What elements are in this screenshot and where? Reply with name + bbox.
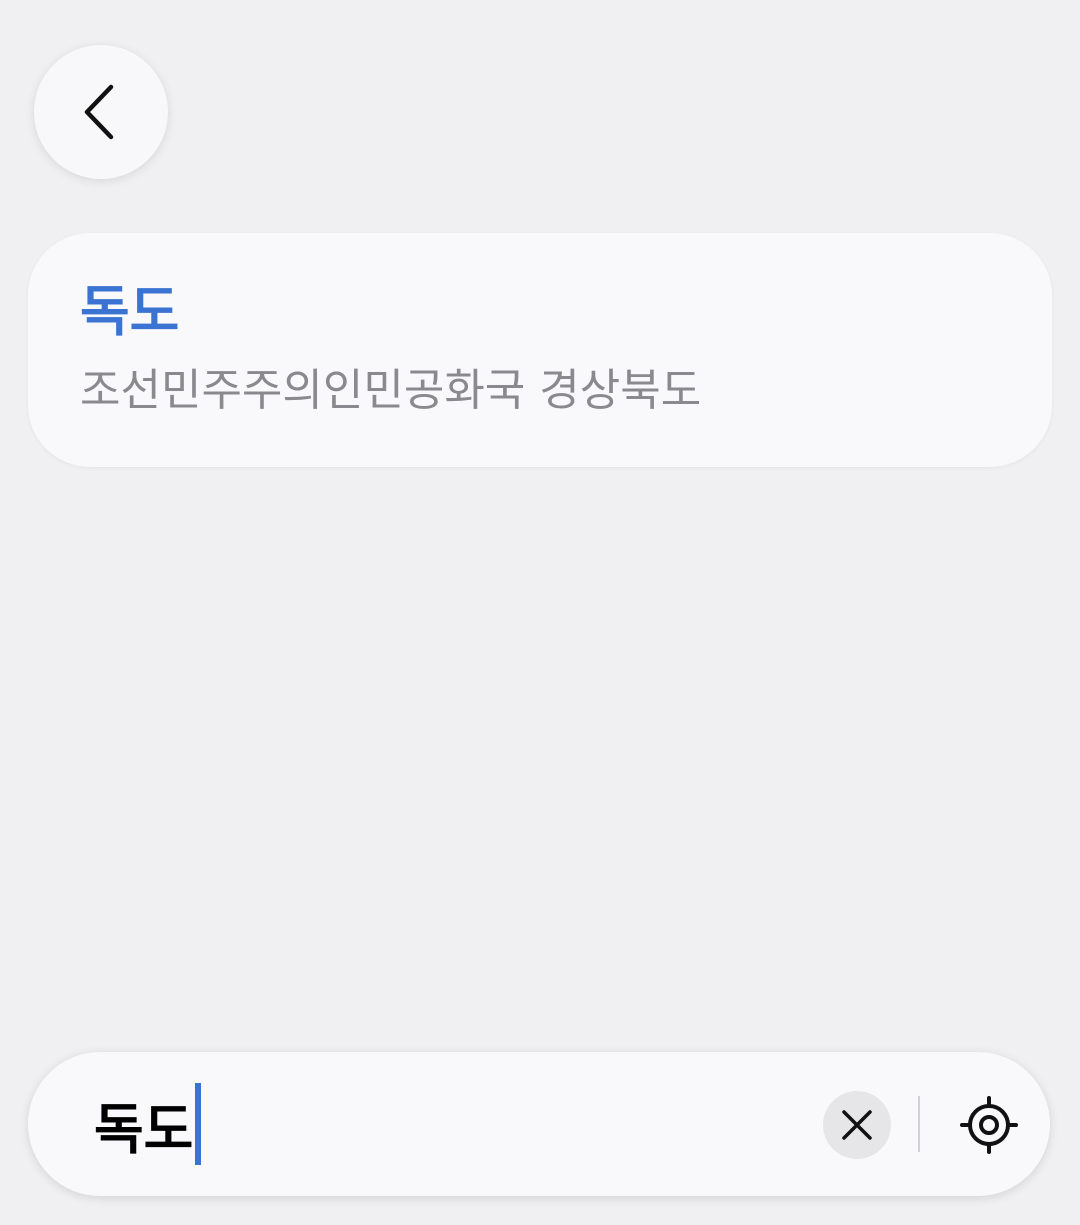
current-location-button[interactable] (954, 1090, 1024, 1160)
back-button[interactable] (34, 45, 168, 179)
search-input-value: 독도 (94, 1097, 194, 1161)
close-icon (842, 1110, 872, 1140)
result-title: 독도 (80, 280, 180, 343)
divider (918, 1096, 920, 1152)
text-cursor (195, 1083, 202, 1165)
search-bar: 독도 (28, 1052, 1050, 1196)
clear-search-button[interactable] (823, 1091, 891, 1159)
crosshair-location-icon (960, 1096, 1018, 1154)
search-input[interactable]: 독도 (94, 1082, 202, 1166)
chevron-left-icon (84, 84, 114, 140)
search-result-item[interactable]: 독도 조선민주주의인민공화국 경상북도 (28, 233, 1052, 467)
result-subtitle: 조선민주주의인민공화국 경상북도 (80, 365, 702, 416)
